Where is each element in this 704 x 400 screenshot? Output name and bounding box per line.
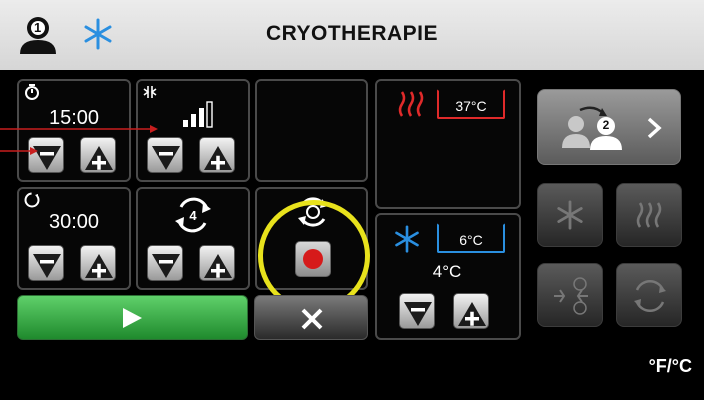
cold-mode-button[interactable] (537, 183, 603, 247)
cycle-timer-decrease-button[interactable] (28, 245, 64, 281)
cycle-timer-increase-button[interactable] (80, 245, 116, 281)
intensity-increase-button[interactable] (199, 137, 235, 173)
heat-temperature-display: 37°C (437, 89, 505, 119)
cycle-mode-icon (634, 280, 666, 312)
heat-waves-icon (398, 91, 424, 117)
start-button[interactable] (17, 295, 248, 340)
next-patient-number: 2 (602, 118, 610, 132)
cold-temperature-value: 6°C (459, 232, 483, 248)
pressure-icon (143, 86, 157, 98)
cycle-mode-button[interactable] (616, 263, 682, 327)
cold-panel: 6°C 4°C (375, 213, 521, 340)
snowflake-icon (557, 200, 583, 230)
combined-mode-icon (554, 277, 588, 315)
cold-decrease-button[interactable] (399, 293, 435, 329)
cycle-duration-value: 30:00 (48, 211, 100, 233)
heat-temperature-value: 37°C (455, 98, 487, 114)
cycle-timer-panel: 30:00 (17, 187, 131, 290)
person-switch-icon (562, 106, 622, 150)
play-icon (123, 308, 142, 328)
cycles-decrease-button[interactable] (147, 245, 183, 281)
heat-waves-icon (636, 202, 662, 228)
cold-increase-button[interactable] (453, 293, 489, 329)
units-toggle[interactable]: °F/°C (630, 356, 692, 377)
heat-mode-button[interactable] (616, 183, 682, 247)
cold-temperature-display: 6°C (437, 223, 505, 253)
cycles-increase-button[interactable] (199, 245, 235, 281)
cold-setpoint-value: 4°C (432, 262, 462, 281)
chevron-right-icon (647, 117, 662, 139)
snowflake-icon (395, 225, 419, 253)
close-icon (301, 308, 323, 330)
empty-panel (255, 79, 368, 182)
cycles-count: 4 (189, 208, 197, 223)
cycle-timer-icon (24, 192, 40, 208)
cycles-panel: 4 (136, 187, 250, 290)
heat-panel: 37°C (375, 79, 521, 209)
signal-bars-icon (183, 101, 213, 128)
header-bar: 1 CRYOTHERAPIE (0, 0, 704, 70)
callout-arrows (0, 125, 158, 155)
combined-mode-button[interactable] (537, 263, 603, 327)
cancel-button[interactable] (254, 295, 368, 340)
timer-icon (25, 84, 39, 100)
next-patient-button[interactable]: 2 (537, 89, 681, 165)
page-title: CRYOTHERAPIE (265, 22, 439, 45)
